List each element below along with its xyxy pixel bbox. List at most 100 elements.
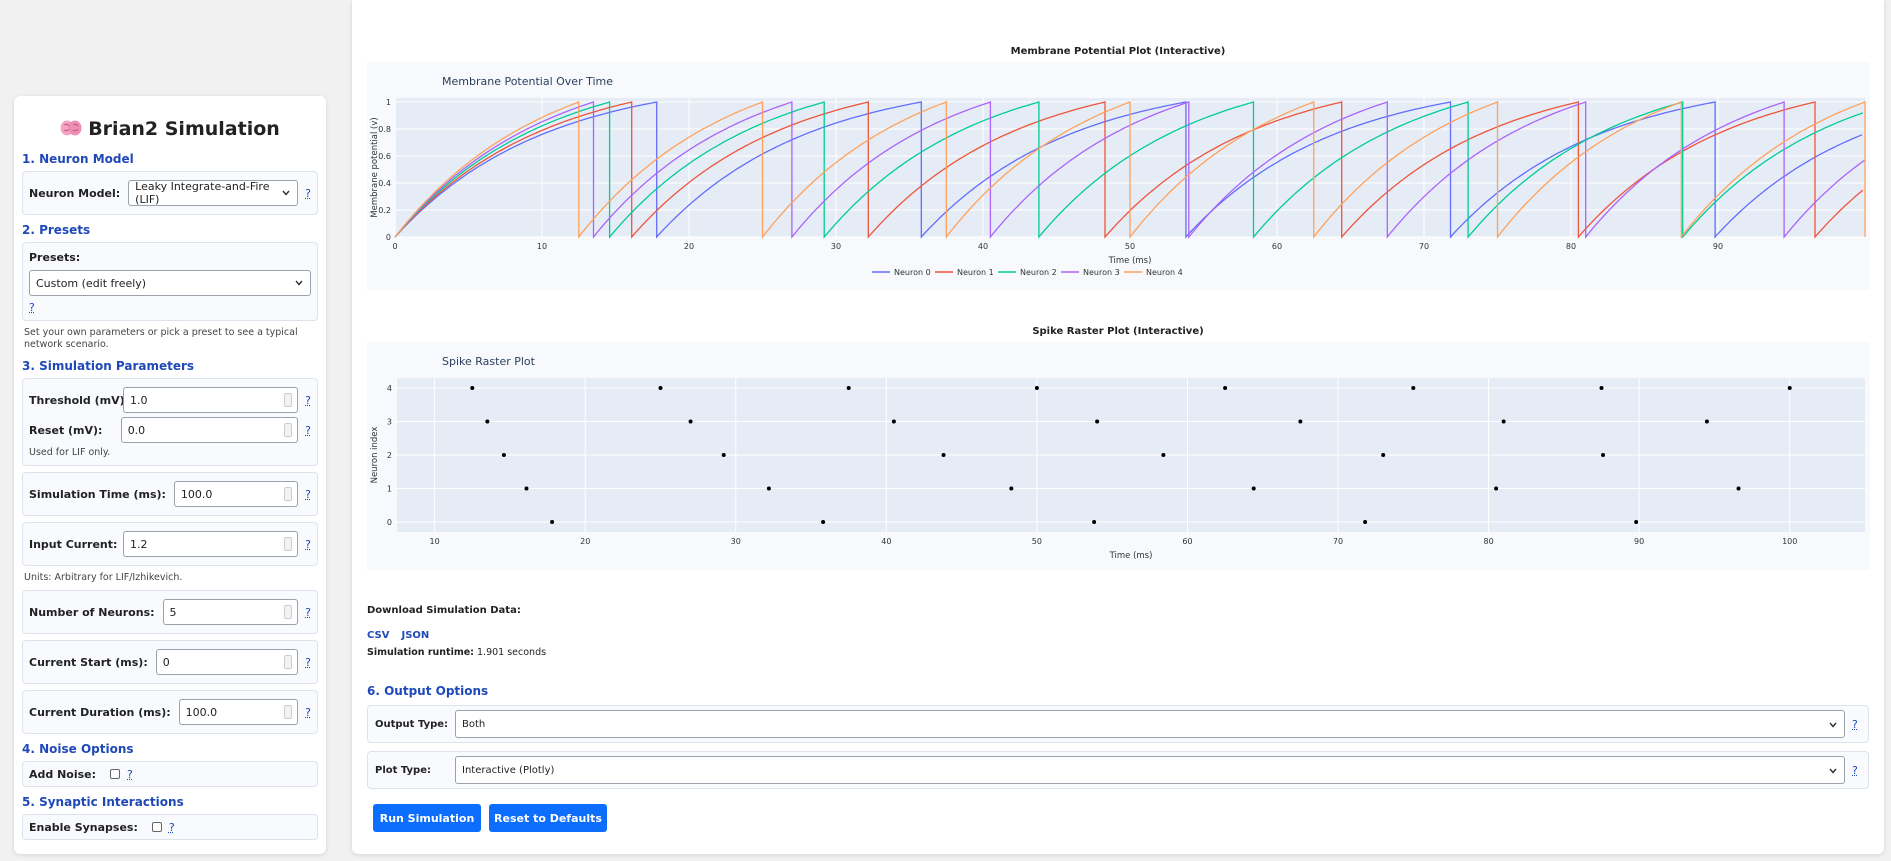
neuron-model-value: Leaky Integrate-and-Fire (LIF) <box>135 180 270 206</box>
units-note: Units: Arbitrary for LIF/Izhikevich. <box>24 572 183 583</box>
sim-time-input[interactable]: 100.0 <box>173 481 299 507</box>
chevron-down-icon <box>1829 768 1837 774</box>
spike-point <box>766 486 771 491</box>
runtime-value: 1.901 seconds <box>477 647 547 658</box>
threshold-help[interactable]: ? <box>305 394 311 407</box>
reset-defaults-button[interactable]: Reset to Defaults <box>489 804 607 832</box>
add-noise-checkbox[interactable] <box>110 769 121 779</box>
spike-point <box>821 519 826 524</box>
presets-select[interactable]: Custom (edit freely) <box>29 270 311 296</box>
spinner-icon[interactable] <box>284 423 293 437</box>
spinner-icon[interactable] <box>284 655 293 669</box>
current-duration-help[interactable]: ? <box>305 706 311 719</box>
spinner-icon[interactable] <box>284 487 293 501</box>
input-current-input[interactable]: 1.2 <box>123 531 299 557</box>
chevron-down-icon <box>282 190 290 196</box>
spike-point <box>1223 386 1228 391</box>
sim-time-help[interactable]: ? <box>305 488 311 501</box>
membrane-plot-heading: Membrane Potential Plot (Interactive) <box>1010 46 1226 57</box>
enable-synapses-checkbox[interactable] <box>151 822 162 832</box>
x-tick-label: 40 <box>881 537 891 546</box>
threshold-input[interactable]: 1.0 <box>123 387 299 413</box>
chevron-down-icon <box>295 280 303 286</box>
presets-box: Presets: Custom (edit freely) ? <box>22 242 318 321</box>
legend-label: Neuron 3 <box>1083 268 1120 277</box>
reset-help[interactable]: ? <box>305 424 311 437</box>
input-current-label: Input Current: <box>29 537 118 551</box>
spike-point <box>1599 386 1604 391</box>
neuron-model-select[interactable]: Leaky Integrate-and-Fire (LIF) <box>128 180 299 206</box>
plot-type-label: Plot Type: <box>375 764 431 776</box>
neuron-model-help[interactable]: ? <box>305 187 311 200</box>
input-current-value: 1.2 <box>130 537 148 551</box>
y-tick-label: 1 <box>386 98 391 107</box>
enable-synapses-help[interactable]: ? <box>169 821 175 834</box>
num-neurons-input[interactable]: 5 <box>162 599 299 625</box>
spike-point <box>470 386 475 391</box>
spike-point <box>1601 453 1606 457</box>
sim-time-box: Simulation Time (ms): 100.0 ? <box>22 472 318 516</box>
x-tick-label: 90 <box>1634 537 1644 546</box>
spike-point <box>501 453 506 457</box>
presets-help[interactable]: ? <box>29 301 35 314</box>
y-tick-label: 0.2 <box>378 206 391 215</box>
add-noise-help[interactable]: ? <box>127 768 133 781</box>
plot-type-box: Plot Type: Interactive (Plotly) ? <box>367 751 1869 789</box>
membrane-plot-panel[interactable]: 0 10 20 30 40 50 60 70 80 90 0 0.2 0.4 0.6 0.8 1 Membran… <box>367 62 1870 290</box>
x-tick-label: 90 <box>1713 242 1723 251</box>
spinner-icon[interactable] <box>284 393 293 407</box>
current-start-help[interactable]: ? <box>305 656 311 669</box>
num-neurons-label: Number of Neurons: <box>29 605 155 619</box>
spike-point <box>1298 419 1303 424</box>
plot-type-select[interactable]: Interactive (Plotly) <box>455 756 1845 784</box>
reset-input[interactable]: 0.0 <box>120 417 299 443</box>
synapses-heading: 5. Synaptic Interactions <box>22 795 184 809</box>
spike-point <box>1092 519 1097 524</box>
spike-point <box>1704 419 1709 424</box>
spinner-icon[interactable] <box>284 605 293 619</box>
current-duration-box: Current Duration (ms): 100.0 ? <box>22 690 318 734</box>
x-tick-label: 50 <box>1032 537 1042 546</box>
current-start-input[interactable]: 0 <box>155 649 299 675</box>
neuron-model-box: Neuron Model: Leaky Integrate-and-Fire (… <box>22 171 318 215</box>
x-axis-label: Time (ms) <box>1108 256 1152 266</box>
spinner-icon[interactable] <box>284 537 293 551</box>
spinner-icon[interactable] <box>284 705 293 719</box>
download-csv-link[interactable]: CSV <box>367 630 389 641</box>
spike-point <box>846 386 851 391</box>
x-tick-label: 60 <box>1272 242 1282 251</box>
plot-type-value: Interactive (Plotly) <box>462 764 555 776</box>
num-neurons-help[interactable]: ? <box>305 606 311 619</box>
output-type-select[interactable]: Both <box>455 710 1845 738</box>
x-tick-label: 100 <box>1782 537 1797 546</box>
brain-icon <box>60 120 82 136</box>
y-tick-label: 1 <box>387 484 392 493</box>
membrane-potential-chart[interactable]: 0 10 20 30 40 50 60 70 80 90 0 0.2 0.4 0.6 0.8 1 Membran… <box>367 62 1870 290</box>
spike-point <box>1411 386 1416 391</box>
output-type-box: Output Type: Both ? <box>367 705 1869 743</box>
legend-label: Neuron 0 <box>894 268 931 277</box>
output-type-help[interactable]: ? <box>1852 718 1858 731</box>
spike-point <box>891 419 896 424</box>
y-tick-label: 0.4 <box>378 179 391 188</box>
current-duration-input[interactable]: 100.0 <box>178 699 299 725</box>
spike-point <box>1251 486 1256 491</box>
download-json-link[interactable]: JSON <box>401 630 429 641</box>
x-tick-label: 80 <box>1483 537 1493 546</box>
runtime-text: Simulation runtime: 1.901 seconds <box>367 647 546 658</box>
run-simulation-button[interactable]: Run Simulation <box>373 804 481 832</box>
y-tick-label: 2 <box>387 451 392 460</box>
spike-raster-chart[interactable]: 10 20 30 40 50 60 70 80 90 100 0 1 2 3 4 Spike Raster P… <box>367 342 1870 570</box>
plot-type-help[interactable]: ? <box>1852 764 1858 777</box>
reset-label: Reset (mV): <box>29 423 103 437</box>
spike-point <box>721 453 726 457</box>
raster-plot-panel[interactable]: 10 20 30 40 50 60 70 80 90 100 0 1 2 3 4 Spike Raster P… <box>367 342 1870 570</box>
add-noise-label: Add Noise: <box>29 767 97 781</box>
x-tick-label: 70 <box>1333 537 1343 546</box>
downloads-heading: Download Simulation Data: <box>367 605 521 616</box>
output-options-heading: 6. Output Options <box>367 684 489 698</box>
x-tick-label: 60 <box>1182 537 1192 546</box>
y-tick-label: 0 <box>387 518 392 527</box>
spike-point <box>1034 386 1039 391</box>
input-current-help[interactable]: ? <box>305 538 311 551</box>
